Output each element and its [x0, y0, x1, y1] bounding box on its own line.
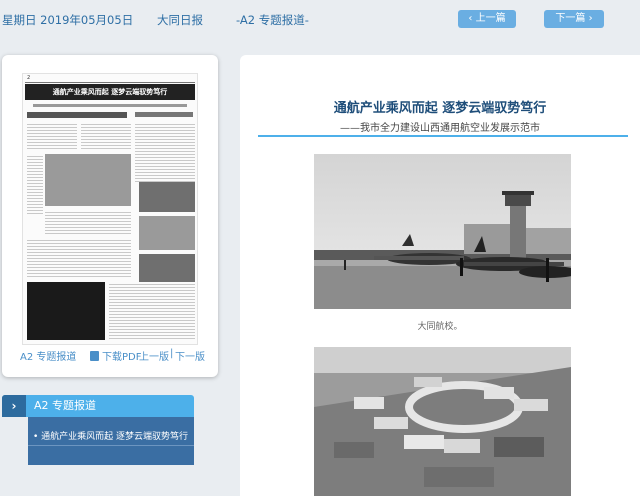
section-title: A2 专题报道 [34, 399, 97, 412]
paper-name: 大同日报 [157, 13, 203, 27]
chevron-right-icon: › [585, 13, 593, 24]
newspaper-page-thumbnail[interactable]: 2 通航产业乘风而起 逐梦云端驭势笃行 [22, 73, 198, 345]
page-thumbnail-card: 2 通航产业乘风而起 逐梦云端驭势笃行 A2 专题报道 下载PDF 上一版 | … [2, 55, 218, 377]
thumbnail-photo [139, 254, 195, 282]
article-subtitle: ——我市全力建设山西通用航空业发展示范市 [340, 123, 540, 134]
thumbnail-text-block [135, 122, 195, 182]
thumbnail-page-number: 2 [27, 75, 31, 81]
thumbnail-text-block [109, 282, 195, 340]
chevron-left-icon: ‹ [468, 13, 476, 24]
download-pdf-link[interactable]: 下载PDF [90, 348, 141, 363]
prev-article-button[interactable]: ‹ 上一篇 [458, 10, 516, 28]
chevron-right-icon: › [2, 395, 26, 417]
article-panel: 通航产业乘风而起 逐梦云端驭势笃行 ——我市全力建设山西通用航空业发展示范市 大… [240, 55, 640, 496]
thumbnail-page-label[interactable]: A2 专题报道 [20, 348, 76, 363]
thumbnail-text-block [27, 154, 43, 214]
thumbnail-text-block [45, 210, 131, 234]
next-page-link[interactable]: 下一版 [175, 348, 205, 363]
thumbnail-photo [139, 216, 195, 250]
issue-date: 星期日 2019年05月05日 [2, 13, 134, 27]
list-item[interactable]: • 通航产业乘风而起 逐梦云端驭势笃行 [33, 429, 188, 442]
thumbnail-text-block [27, 122, 77, 150]
thumbnail-subhead [27, 112, 127, 118]
photo-caption: 大同航校。 [417, 322, 463, 332]
section-article-list: • 通航产业乘风而起 逐梦云端驭势笃行 [28, 417, 194, 465]
thumbnail-photo [45, 154, 131, 206]
thumbnail-photo [27, 282, 105, 340]
article-title: 通航产业乘风而起 逐梦云端驭势笃行 [333, 101, 547, 116]
section-header[interactable]: › A2 专题报道 [2, 395, 194, 417]
thumbnail-text-block [81, 122, 131, 150]
article-photo-rendering[interactable] [314, 347, 571, 496]
airport-photo [314, 154, 571, 309]
list-divider [28, 445, 194, 446]
next-article-button[interactable]: 下一篇 › [544, 10, 604, 28]
article-photo-airport[interactable] [314, 154, 571, 309]
page-label: -A2 专题报道- [236, 13, 309, 27]
title-divider [258, 135, 628, 137]
thumbnail-subhead-right [135, 112, 193, 117]
thumbnail-subline [33, 104, 187, 107]
thumbnail-masthead [25, 76, 195, 83]
prev-page-link[interactable]: 上一版 [139, 348, 169, 363]
park-rendering-photo [314, 347, 571, 496]
thumbnail-photo [139, 182, 195, 212]
thumbnail-headline: 通航产业乘风而起 逐梦云端驭势笃行 [52, 88, 168, 96]
thumbnail-text-block [27, 238, 131, 278]
pdf-icon [90, 351, 99, 361]
top-bar: 星期日 2019年05月05日 大同日报 -A2 专题报道- ‹ 上一篇 下一篇… [0, 0, 640, 38]
page-link-separator: | [170, 348, 174, 359]
